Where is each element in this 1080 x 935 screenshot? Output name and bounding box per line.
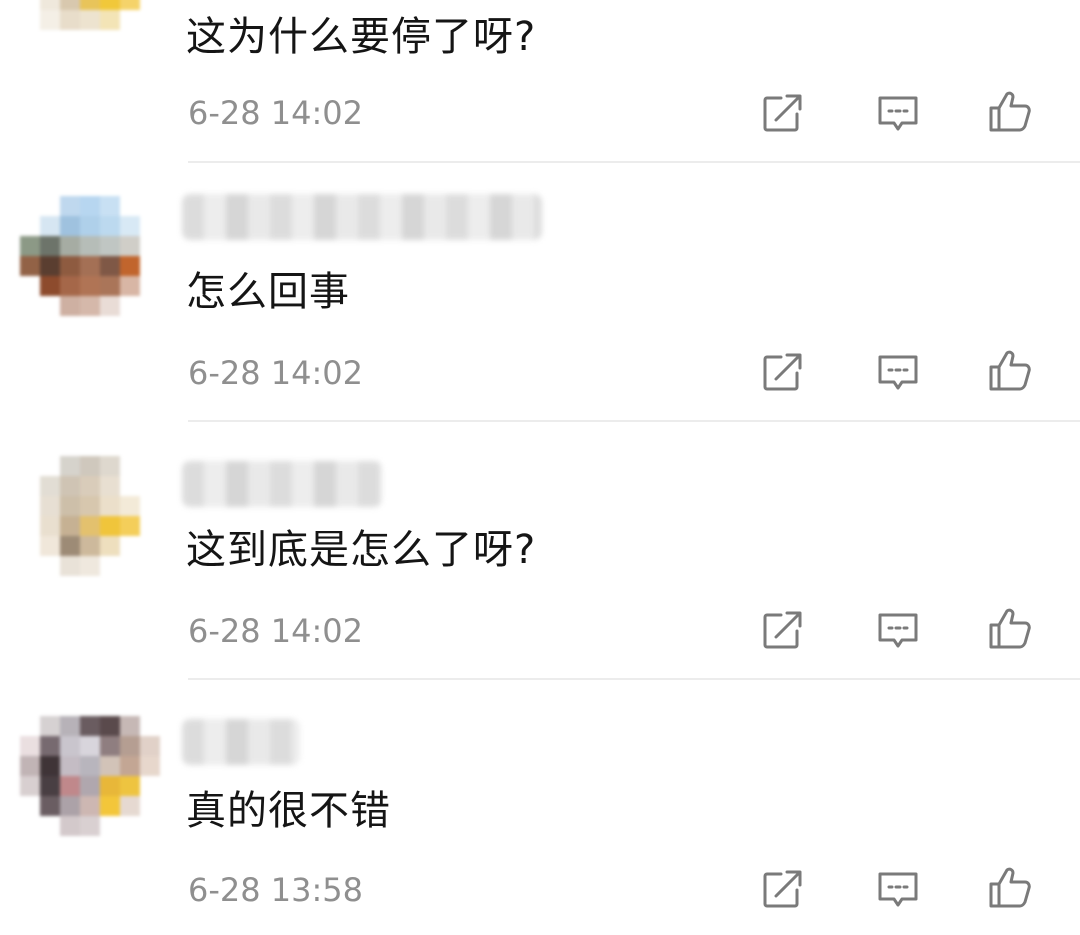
- comment-item: 这到底是怎么了呀? 6-28 14:02: [0, 423, 1080, 681]
- share-button[interactable]: [759, 865, 807, 913]
- share-button[interactable]: [759, 89, 807, 137]
- like-button[interactable]: [987, 346, 1035, 394]
- share-edit-icon: [763, 611, 802, 649]
- comment-time: 6-28 14:02: [188, 94, 364, 132]
- like-button[interactable]: [987, 863, 1035, 911]
- comment-text: 真的很不错: [186, 788, 391, 834]
- thumbs-up-icon: [989, 91, 1031, 132]
- comment-item: 这为什么要停了呀? 6-28 14:02: [0, 0, 1080, 165]
- reply-button[interactable]: [874, 606, 922, 654]
- username-blurred[interactable]: [182, 461, 382, 507]
- comment-bubble-icon: [878, 96, 918, 131]
- divider: [188, 420, 1080, 422]
- avatar[interactable]: [20, 0, 160, 55]
- comment-time: 6-28 13:58: [188, 871, 364, 909]
- like-button[interactable]: [987, 604, 1035, 652]
- avatar[interactable]: [20, 196, 160, 321]
- thumbs-up-icon: [989, 867, 1031, 908]
- avatar[interactable]: [20, 716, 160, 841]
- share-button[interactable]: [759, 606, 807, 654]
- comment-text: 这到底是怎么了呀?: [186, 527, 537, 573]
- reply-button[interactable]: [874, 865, 922, 913]
- divider: [188, 161, 1080, 163]
- comment-list: 这为什么要停了呀? 6-28 14:02 怎么回事 6-28 14:02 这到底…: [0, 0, 1080, 935]
- reply-button[interactable]: [874, 89, 922, 137]
- thumbs-up-icon: [989, 350, 1031, 391]
- username-blurred[interactable]: [182, 194, 542, 240]
- comment-time: 6-28 14:02: [188, 612, 364, 650]
- comment-item: 真的很不错 6-28 13:58: [0, 681, 1080, 935]
- thumbs-up-icon: [989, 608, 1031, 649]
- comment-item: 怎么回事 6-28 14:02: [0, 165, 1080, 423]
- avatar[interactable]: [20, 456, 160, 581]
- comment-bubble-icon: [878, 872, 918, 907]
- share-edit-icon: [763, 353, 802, 391]
- comment-bubble-icon: [878, 613, 918, 648]
- share-edit-icon: [763, 94, 802, 132]
- comment-time: 6-28 14:02: [188, 354, 364, 392]
- share-edit-icon: [763, 870, 802, 908]
- like-button[interactable]: [987, 87, 1035, 135]
- divider: [188, 678, 1080, 680]
- comment-text: 这为什么要停了呀?: [186, 14, 537, 60]
- reply-button[interactable]: [874, 348, 922, 396]
- username-blurred[interactable]: [182, 719, 300, 765]
- comment-text: 怎么回事: [186, 269, 350, 315]
- share-button[interactable]: [759, 348, 807, 396]
- comment-bubble-icon: [878, 355, 918, 390]
